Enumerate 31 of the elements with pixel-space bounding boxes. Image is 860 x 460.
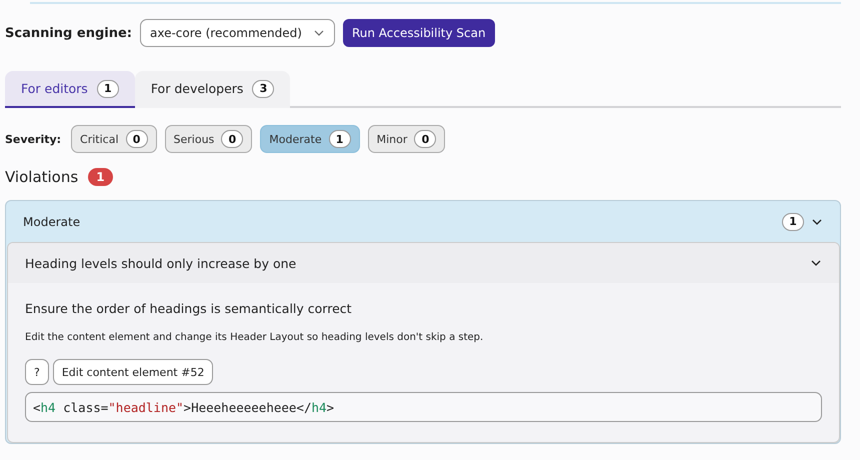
- accordion-header[interactable]: Heading levels should only increase by one: [8, 243, 839, 283]
- tab[interactable]: For developers 3: [134, 71, 290, 108]
- severity-filter-button[interactable]: Moderate 1: [260, 125, 360, 153]
- severity-label: Severity:: [5, 132, 62, 146]
- count-badge: 0: [221, 130, 244, 148]
- count-badge: 0: [414, 130, 436, 148]
- group-title: Moderate: [23, 214, 82, 228]
- severity-filter-button[interactable]: Critical 0: [71, 125, 157, 153]
- chevron-icon: [812, 218, 822, 224]
- count-badge: 1: [96, 80, 119, 98]
- rule-summary: Ensure the order of headings is semantically correct: [25, 301, 353, 316]
- count-badge: 1: [88, 168, 113, 186]
- chevron-icon: [811, 260, 821, 266]
- rule-title: Heading levels should only increase by one: [25, 256, 296, 270]
- action-button[interactable]: Edit content element #52: [52, 359, 214, 385]
- accordion-header[interactable]: Moderate 1: [6, 201, 840, 242]
- severity-filter-button[interactable]: Serious 0: [164, 125, 252, 153]
- code-snippet: <h4 class="headline">Heeeheeeeeheee</h4>: [25, 392, 822, 422]
- severity-filter-button[interactable]: Minor 0: [368, 125, 446, 153]
- count-badge: 3: [252, 80, 274, 98]
- engine-select[interactable]: axe-core (recommended): [140, 19, 335, 47]
- action-button[interactable]: ?: [25, 359, 49, 385]
- help-text: Edit the content element and change its Header Layout so heading levels don't skip a step.: [25, 332, 484, 343]
- count-badge: 1: [328, 130, 351, 148]
- count-badge: 1: [782, 212, 804, 230]
- engine-label: Scanning engine:: [5, 26, 132, 40]
- run-scan-button[interactable]: Run Accessibility Scan: [342, 19, 495, 47]
- violations-heading: Violations: [5, 168, 78, 186]
- chevron-down-icon: [314, 30, 324, 36]
- tab[interactable]: For editors 1: [5, 71, 135, 108]
- count-badge: 0: [126, 130, 148, 148]
